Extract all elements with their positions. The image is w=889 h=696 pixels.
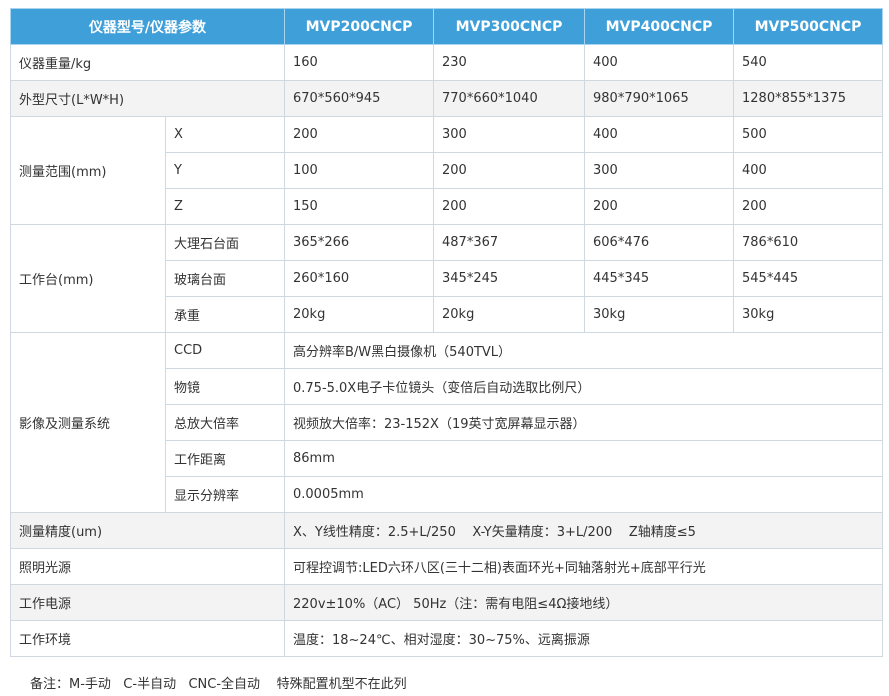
table-row: 照明光源 可程控调节:LED六环八区(三十二相)表面环光+同轴落射光+底部平行光 [10, 548, 883, 585]
cell: 400 [584, 44, 734, 81]
cell-wide: 温度：18~24℃、相对湿度：30~75%、远离振源 [284, 620, 883, 657]
row-label: 测量精度(um) [10, 512, 285, 549]
header-model: MVP200CNCP [284, 8, 434, 45]
cell: 980*790*1065 [584, 80, 734, 117]
row-label: 工作电源 [10, 584, 285, 621]
cell: 150 [284, 188, 434, 225]
sub-label: 承重 [165, 296, 285, 333]
cell: 160 [284, 44, 434, 81]
group-label: 影像及测量系统 [10, 332, 166, 513]
table-header-row: 仪器型号/仪器参数 MVP200CNCP MVP300CNCP MVP400CN… [10, 8, 883, 45]
cell: 400 [584, 116, 734, 153]
header-model: MVP300CNCP [433, 8, 585, 45]
sub-label: 总放大倍率 [165, 404, 285, 441]
sub-label: 大理石台面 [165, 224, 285, 261]
cell: 200 [433, 188, 585, 225]
cell-wide: 0.75-5.0X电子卡位镜头（变倍后自动选取比例尺） [284, 368, 883, 405]
table-row: 仪器重量/kg 160 230 400 540 [10, 44, 883, 81]
sub-label: X [165, 116, 285, 153]
table-row: 工作台(mm) 大理石台面 365*266 487*367 606*476 78… [10, 224, 883, 333]
cell-wide: 220v±10%（AC） 50Hz（注：需有电阻≤4Ω接地线） [284, 584, 883, 621]
cell: 400 [733, 152, 883, 189]
cell: 345*245 [433, 260, 585, 297]
table-row: 测量范围(mm) X 200 300 400 500 [10, 116, 883, 225]
table-row: 测量精度(um) X、Y线性精度：2.5+L/250 X-Y矢量精度：3+L/2… [10, 512, 883, 549]
cell: 260*160 [284, 260, 434, 297]
cell: 540 [733, 44, 883, 81]
cell: 670*560*945 [284, 80, 434, 117]
cell: 1280*855*1375 [733, 80, 883, 117]
sub-label: Z [165, 188, 285, 225]
cell-wide: 高分辨率B/W黑白摄像机（540TVL） [284, 332, 883, 369]
cell: 200 [284, 116, 434, 153]
cell: 200 [733, 188, 883, 225]
spec-table: 仪器型号/仪器参数 MVP200CNCP MVP300CNCP MVP400CN… [10, 8, 883, 657]
group-label: 工作台(mm) [10, 224, 166, 333]
cell: 20kg [284, 296, 434, 333]
cell: 365*266 [284, 224, 434, 261]
cell-wide: 0.0005mm [284, 476, 883, 513]
footnote: 备注：M-手动 C-半自动 CNC-全自动 特殊配置机型不在此列 [30, 677, 407, 692]
cell: 487*367 [433, 224, 585, 261]
sub-label: CCD [165, 332, 285, 369]
cell: 200 [433, 152, 585, 189]
cell-wide: X、Y线性精度：2.5+L/250 X-Y矢量精度：3+L/200 Z轴精度≤5 [284, 512, 883, 549]
cell: 545*445 [733, 260, 883, 297]
sub-label: 工作距离 [165, 440, 285, 477]
cell: 100 [284, 152, 434, 189]
row-label: 工作环境 [10, 620, 285, 657]
table-row: 影像及测量系统 CCD 高分辨率B/W黑白摄像机（540TVL） [10, 332, 883, 513]
header-model: MVP500CNCP [733, 8, 883, 45]
cell-wide: 可程控调节:LED六环八区(三十二相)表面环光+同轴落射光+底部平行光 [284, 548, 883, 585]
cell: 445*345 [584, 260, 734, 297]
cell: 200 [584, 188, 734, 225]
cell: 20kg [433, 296, 585, 333]
cell: 30kg [584, 296, 734, 333]
cell: 300 [433, 116, 585, 153]
sub-label: 物镜 [165, 368, 285, 405]
cell: 300 [584, 152, 734, 189]
cell-wide: 视频放大倍率：23-152X（19英寸宽屏幕显示器） [284, 404, 883, 441]
table-row: 外型尺寸(L*W*H) 670*560*945 770*660*1040 980… [10, 80, 883, 117]
cell: 606*476 [584, 224, 734, 261]
cell: 786*610 [733, 224, 883, 261]
table-row: 工作电源 220v±10%（AC） 50Hz（注：需有电阻≤4Ω接地线） [10, 584, 883, 621]
row-label: 照明光源 [10, 548, 285, 585]
sub-label: 显示分辨率 [165, 476, 285, 513]
header-param: 仪器型号/仪器参数 [10, 8, 285, 45]
cell-wide: 86mm [284, 440, 883, 477]
cell: 230 [433, 44, 585, 81]
sub-label: 玻璃台面 [165, 260, 285, 297]
group-label: 测量范围(mm) [10, 116, 166, 225]
cell: 770*660*1040 [433, 80, 585, 117]
header-model: MVP400CNCP [584, 8, 734, 45]
row-label: 外型尺寸(L*W*H) [10, 80, 285, 117]
row-label: 仪器重量/kg [10, 44, 285, 81]
page: 仪器型号/仪器参数 MVP200CNCP MVP300CNCP MVP400CN… [0, 0, 889, 696]
cell: 500 [733, 116, 883, 153]
table-row: 工作环境 温度：18~24℃、相对湿度：30~75%、远离振源 [10, 620, 883, 657]
cell: 30kg [733, 296, 883, 333]
sub-label: Y [165, 152, 285, 189]
